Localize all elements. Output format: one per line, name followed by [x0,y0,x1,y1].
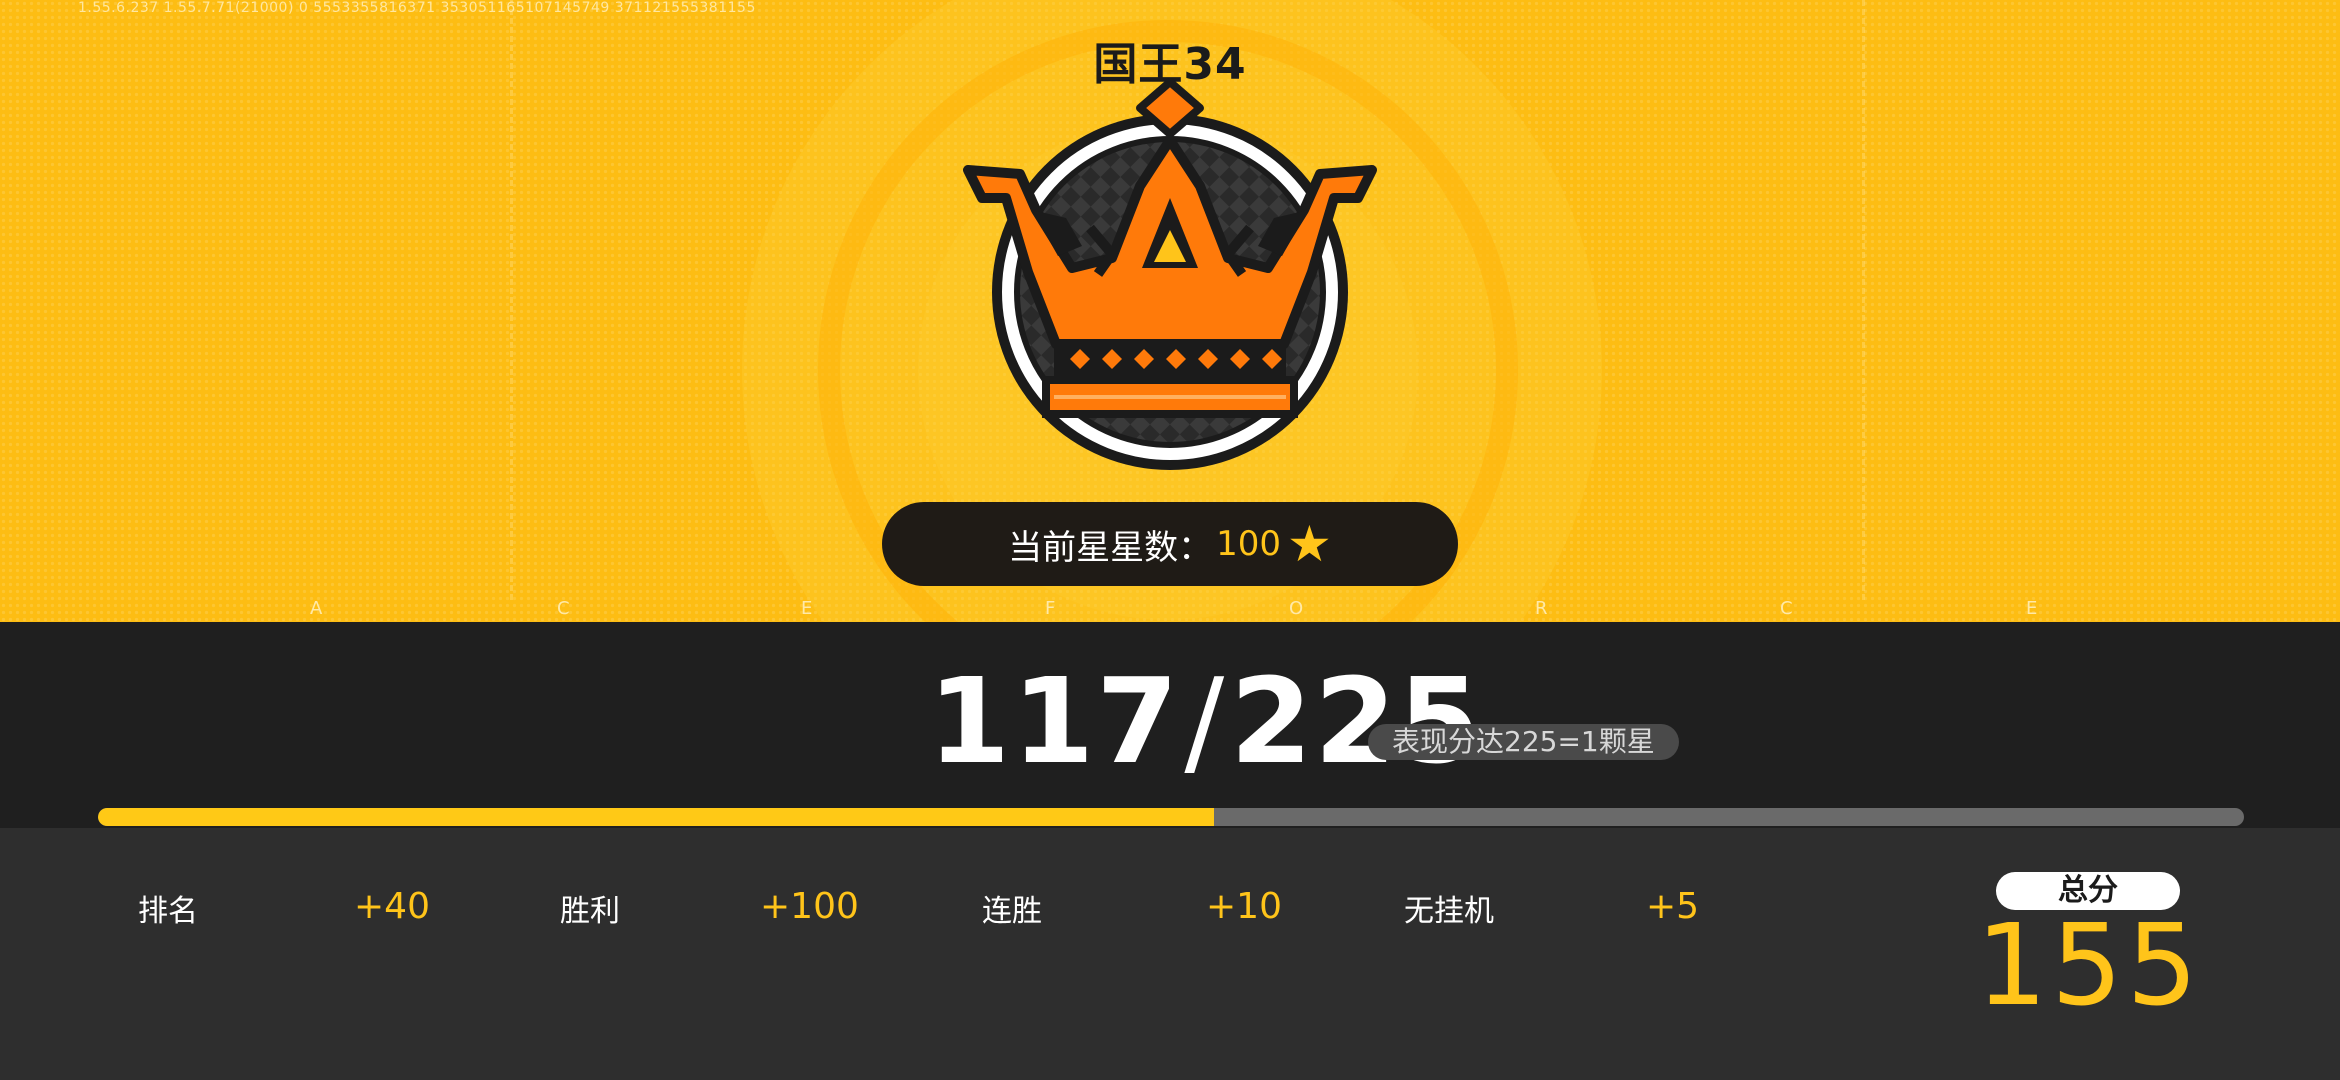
decor-letter: C [1780,598,1793,619]
decor-letter: A [310,598,323,619]
score-label-no-afk: 无挂机 [1404,894,1494,929]
total-score-value: 155 [1976,901,2202,1031]
score-label-victory: 胜利 [560,894,620,929]
crown-emblem-icon [963,78,1377,470]
current-stars-pill: 当前星星数： 100 ★ [882,502,1458,586]
decor-letter: R [1535,598,1548,619]
score-label-win-streak: 连胜 [982,894,1042,929]
decor-letter: O [1289,598,1304,619]
star-icon: ★ [1287,515,1332,573]
current-stars-value: 100 [1216,524,1282,564]
score-value-victory: +100 [760,886,859,927]
performance-progress-bar [98,808,2244,826]
decor-letter: E [801,598,813,619]
decor-letters: A C E F O R C E [0,598,2340,622]
decor-letter: E [2026,598,2038,619]
decor-letter: C [557,598,570,619]
score-label-rank: 排名 [138,894,198,929]
rank-banner: 1.55.6.237 1.55.7.71(21000) 0 5553355816… [0,0,2340,622]
score-value-win-streak: +10 [1206,886,1282,927]
version-text: 1.55.6.237 1.55.7.71(21000) 0 5553355816… [78,0,756,16]
performance-current: 117 [928,652,1181,790]
score-breakdown-panel: 排名 +40 胜利 +100 连胜 +10 无挂机 +5 总分 155 [0,828,2340,1080]
decor-letter: F [1045,598,1056,619]
current-stars-label: 当前星星数： [1008,527,1213,568]
star-rule-badge: 表现分达225=1颗星 [1368,724,1679,760]
performance-score-readout: 117/225 [928,662,1482,780]
score-value-no-afk: +5 [1646,886,1700,927]
performance-progress-fill [98,808,1214,826]
performance-progress-section: 117/225 表现分达225=1颗星 [0,622,2340,828]
performance-separator: / [1184,652,1227,790]
performance-target: 225 [1230,652,1483,790]
score-value-rank: +40 [354,886,430,927]
